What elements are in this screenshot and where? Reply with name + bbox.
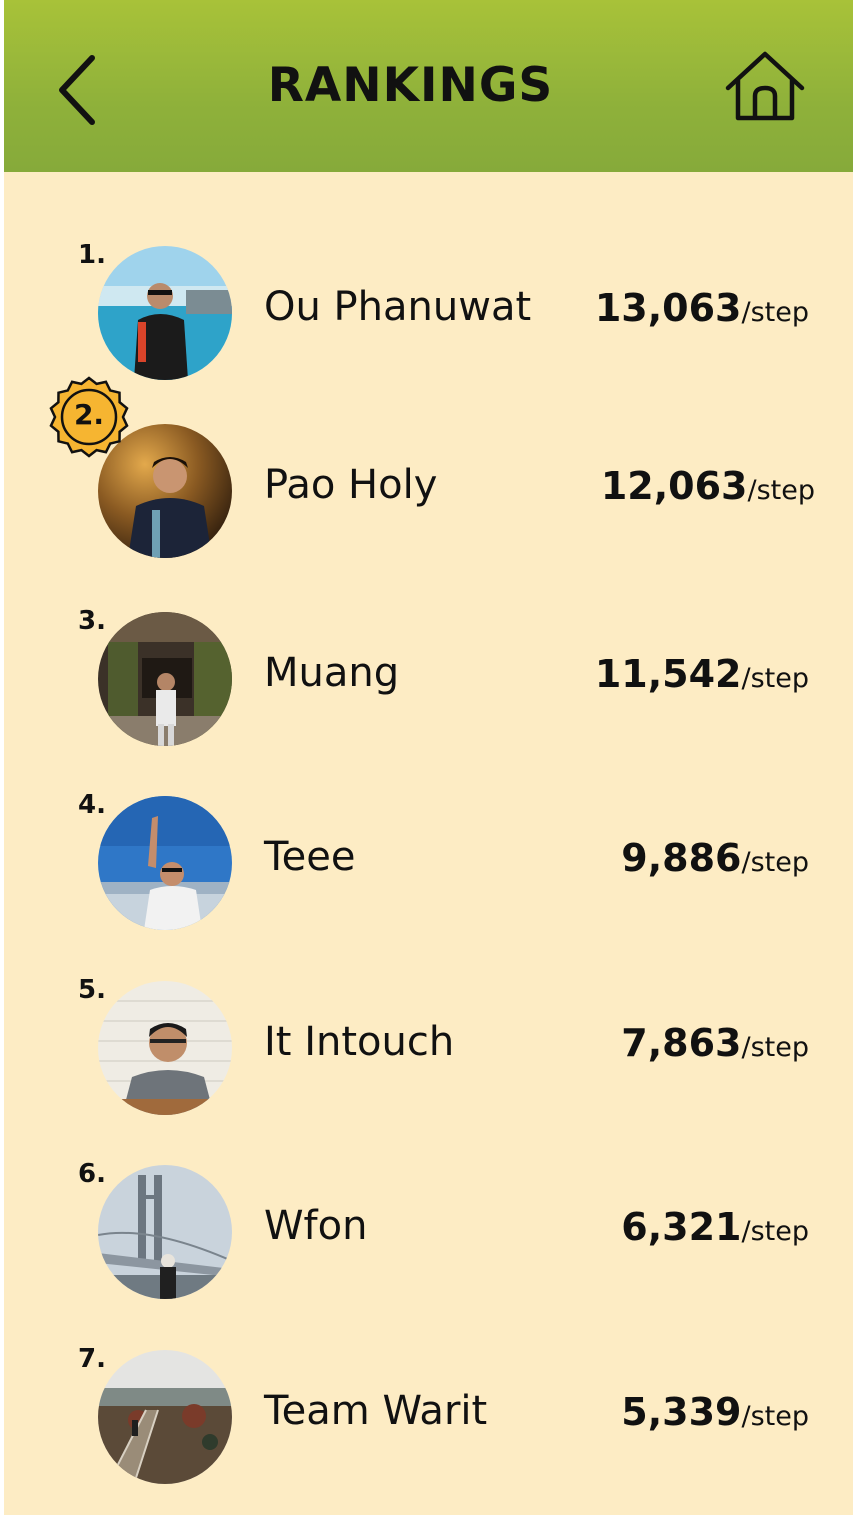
player-name: Muang (264, 650, 400, 696)
rank-number: 7. (78, 1344, 106, 1374)
step-value: 7,863 (621, 1021, 742, 1065)
step-count: 6,321/step (621, 1205, 809, 1249)
highlight-badge: 2. (48, 376, 130, 458)
step-count: 7,863/step (621, 1021, 809, 1065)
player-name: Wfon (264, 1203, 368, 1249)
step-unit: /step (747, 475, 816, 506)
ranking-row-7[interactable]: 7. Team Warit 5,339/step (4, 1340, 853, 1484)
ranking-row-2[interactable]: 2. Pao Holy 12,063/step (4, 376, 853, 558)
step-count: 13,063/step (595, 286, 809, 330)
step-unit: /step (741, 663, 810, 694)
ranking-row-3[interactable]: 3. Muang 11,542/step (4, 602, 853, 746)
avatar (98, 1350, 232, 1484)
player-name: It Intouch (264, 1019, 455, 1065)
player-name: Pao Holy (264, 462, 438, 508)
step-count: 12,063/step (601, 464, 815, 508)
rank-number: 2. (73, 398, 105, 431)
step-unit: /step (741, 847, 810, 878)
step-value: 9,886 (621, 836, 742, 880)
step-count: 5,339/step (621, 1390, 809, 1434)
rank-number: 6. (78, 1159, 106, 1189)
step-unit: /step (741, 1032, 810, 1063)
rank-number: 1. (78, 240, 106, 270)
home-button[interactable] (722, 48, 808, 128)
home-icon (725, 51, 805, 121)
avatar (98, 612, 232, 746)
avatar (98, 1165, 232, 1299)
step-unit: /step (741, 297, 810, 328)
step-unit: /step (741, 1401, 810, 1432)
avatar (98, 981, 232, 1115)
step-count: 9,886/step (621, 836, 809, 880)
ranking-row-1[interactable]: 1. Ou Phanuwat 13,063/step (4, 236, 853, 380)
avatar (98, 796, 232, 930)
ranking-row-5[interactable]: 5. It Intouch 7,863/step (4, 971, 853, 1115)
step-value: 13,063 (594, 286, 742, 330)
player-name: Team Warit (264, 1388, 488, 1434)
step-value: 5,339 (621, 1390, 742, 1434)
header-bar: RANKINGS (4, 0, 853, 172)
step-value: 6,321 (621, 1205, 742, 1249)
avatar (98, 246, 232, 380)
rank-number: 5. (78, 975, 106, 1005)
page-title: RANKINGS (267, 58, 554, 113)
rankings-screen: RANKINGS 1. Ou Phanuwat 13,063/step 2. P… (4, 0, 853, 1515)
rank-number: 3. (78, 606, 106, 636)
player-name: Ou Phanuwat (264, 284, 532, 330)
step-unit: /step (741, 1216, 810, 1247)
step-count: 11,542/step (595, 652, 809, 696)
ranking-row-4[interactable]: 4. Teee 9,886/step (4, 786, 853, 930)
step-value: 12,063 (600, 464, 748, 508)
player-name: Teee (264, 834, 356, 880)
ranking-row-6[interactable]: 6. Wfon 6,321/step (4, 1155, 853, 1299)
rank-number: 4. (78, 790, 106, 820)
step-value: 11,542 (594, 652, 742, 696)
